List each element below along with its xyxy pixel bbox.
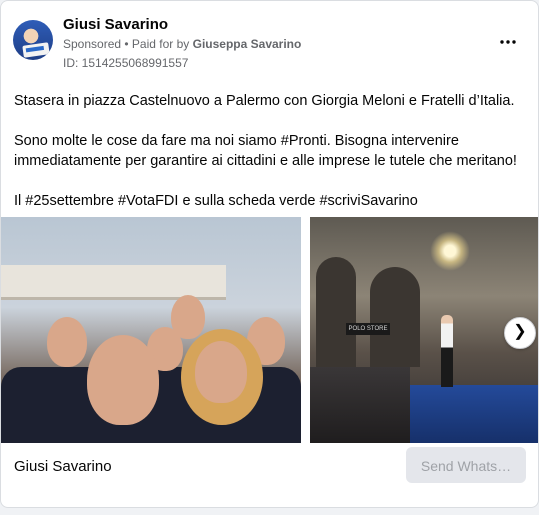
page-avatar[interactable] [13, 20, 53, 60]
post-paragraph: Sono molte le cose da fare ma noi siamo … [14, 133, 517, 169]
person-face [195, 341, 247, 403]
send-whatsapp-button[interactable]: Send Whats… [406, 447, 526, 483]
avatar-badge-image [22, 42, 50, 58]
more-horizontal-icon [500, 40, 516, 44]
stage-light [430, 231, 470, 271]
more-options-button[interactable] [496, 31, 520, 51]
separator-dot: • [121, 37, 132, 51]
post-paragraph: Stasera in piazza Castelnuovo a Palermo … [14, 93, 515, 109]
speaker-figure [441, 315, 453, 387]
page-name-link[interactable]: Giusi Savarino [63, 16, 168, 33]
post-text: Stasera in piazza Castelnuovo a Palermo … [14, 91, 524, 211]
stage [410, 385, 538, 443]
carousel-photo-selfie[interactable] [1, 217, 301, 443]
image-carousel[interactable]: POLO STORE ❯ [1, 217, 538, 443]
person-face [171, 295, 205, 339]
ad-id: ID: 1514255068991557 [63, 56, 189, 70]
paid-for-name: Giuseppa Savarino [192, 37, 302, 51]
post-paragraph: Il #25settembre #VotaFDI e sulla scheda … [14, 193, 418, 209]
store-sign: POLO STORE [346, 323, 390, 335]
sponsored-label: Sponsored [63, 37, 122, 51]
chevron-right-icon: ❯ [513, 323, 527, 340]
building-arch [316, 257, 356, 367]
paid-for-label: Paid for by [131, 37, 193, 51]
footer-page-name: Giusi Savarino [14, 458, 112, 475]
post-header: Giusi Savarino Sponsored • Paid for by G… [13, 13, 526, 73]
person-face [47, 317, 87, 367]
sponsored-line: Sponsored • Paid for by Giuseppa Savarin… [63, 37, 301, 51]
ad-card: Giusi Savarino Sponsored • Paid for by G… [0, 0, 539, 508]
building-arch [370, 267, 420, 367]
carousel-next-button[interactable]: ❯ [504, 317, 536, 349]
crowd-shape [310, 367, 410, 443]
person-face [87, 335, 159, 425]
